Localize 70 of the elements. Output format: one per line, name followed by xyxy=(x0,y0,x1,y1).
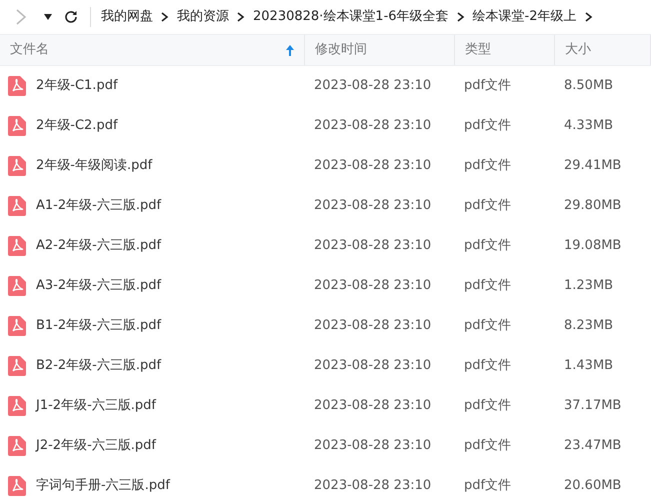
modified-time: 2023-08-28 23:10 xyxy=(313,357,432,376)
file-name[interactable]: J2-2年级-六三版.pdf xyxy=(36,436,156,456)
file-size: 29.41MB xyxy=(563,157,622,176)
file-name[interactable]: 字词句手册-六三版.pdf xyxy=(36,476,170,496)
pdf-file-icon xyxy=(8,316,26,336)
modified-time: 2023-08-28 23:10 xyxy=(313,197,432,216)
file-type: pdf文件 xyxy=(463,117,512,136)
modified-time: 2023-08-28 23:10 xyxy=(313,277,432,296)
pdf-file-icon xyxy=(8,236,26,256)
file-size: 4.33MB xyxy=(563,117,614,136)
file-name[interactable]: B2-2年级-六三版.pdf xyxy=(36,356,162,376)
dropdown-caret-icon[interactable] xyxy=(44,14,52,20)
file-size: 20.60MB xyxy=(563,477,622,496)
chevron-right-icon[interactable] xyxy=(161,12,169,22)
file-name[interactable]: A2-2年级-六三版.pdf xyxy=(36,236,162,256)
breadcrumb-link[interactable]: 20230828·绘本课堂1-6年级全套 xyxy=(253,7,449,27)
pdf-file-icon xyxy=(8,116,26,136)
refresh-icon[interactable] xyxy=(64,10,78,24)
pdf-file-icon xyxy=(8,356,26,376)
modified-time: 2023-08-28 23:10 xyxy=(313,477,432,496)
file-size: 19.08MB xyxy=(563,237,622,256)
modified-time: 2023-08-28 23:10 xyxy=(313,117,432,136)
modified-time: 2023-08-28 23:10 xyxy=(313,77,432,96)
file-name[interactable]: 2年级-年级阅读.pdf xyxy=(36,156,152,176)
modified-time: 2023-08-28 23:10 xyxy=(313,237,432,256)
column-header[interactable]: 类型 xyxy=(455,35,555,65)
column-header[interactable]: 文件名 xyxy=(0,35,305,65)
pdf-file-icon xyxy=(8,76,26,96)
pdf-file-icon xyxy=(8,476,26,496)
file-name[interactable]: A1-2年级-六三版.pdf xyxy=(36,196,162,216)
chevron-right-icon[interactable] xyxy=(456,12,465,22)
file-type: pdf文件 xyxy=(463,157,512,176)
file-type: pdf文件 xyxy=(463,237,512,256)
breadcrumb-link[interactable]: 我的网盘 xyxy=(101,7,153,27)
file-type: pdf文件 xyxy=(463,277,512,296)
chevron-right-icon[interactable] xyxy=(237,12,245,22)
file-name[interactable]: 2年级-C2.pdf xyxy=(36,116,118,136)
column-header[interactable]: 大小 xyxy=(555,35,651,65)
file-type: pdf文件 xyxy=(463,357,512,376)
file-size: 1.23MB xyxy=(563,277,614,296)
file-size: 8.23MB xyxy=(563,317,614,336)
pdf-file-icon xyxy=(8,436,26,456)
column-header[interactable]: 修改时间 xyxy=(305,35,455,65)
file-type: pdf文件 xyxy=(463,317,512,336)
pdf-file-icon xyxy=(8,196,26,216)
file-type: pdf文件 xyxy=(463,197,512,216)
pdf-file-icon xyxy=(8,276,26,296)
file-size: 29.80MB xyxy=(563,197,622,216)
file-name[interactable]: 2年级-C1.pdf xyxy=(36,76,118,96)
modified-time: 2023-08-28 23:10 xyxy=(313,157,432,176)
chevron-right-icon[interactable] xyxy=(584,12,593,22)
breadcrumb-link[interactable]: 绘本课堂-2年级上 xyxy=(472,7,577,27)
file-name[interactable]: B1-2年级-六三版.pdf xyxy=(36,316,162,336)
modified-time: 2023-08-28 23:10 xyxy=(313,397,432,416)
breadcrumb-link[interactable]: 我的资源 xyxy=(177,7,229,27)
file-type: pdf文件 xyxy=(463,397,512,416)
file-type: pdf文件 xyxy=(463,477,512,496)
file-name[interactable]: J1-2年级-六三版.pdf xyxy=(36,396,156,416)
file-type: pdf文件 xyxy=(463,437,512,456)
file-name[interactable]: A3-2年级-六三版.pdf xyxy=(36,276,162,296)
file-type: pdf文件 xyxy=(463,77,512,96)
modified-time: 2023-08-28 23:10 xyxy=(313,437,432,456)
pdf-file-icon xyxy=(8,396,26,416)
pdf-file-icon xyxy=(8,156,26,176)
file-size: 37.17MB xyxy=(563,397,622,416)
file-size: 23.47MB xyxy=(563,437,622,456)
sort-ascending-icon xyxy=(286,44,294,56)
modified-time: 2023-08-28 23:10 xyxy=(313,317,432,336)
file-size: 1.43MB xyxy=(563,357,614,376)
file-size: 8.50MB xyxy=(563,77,614,96)
